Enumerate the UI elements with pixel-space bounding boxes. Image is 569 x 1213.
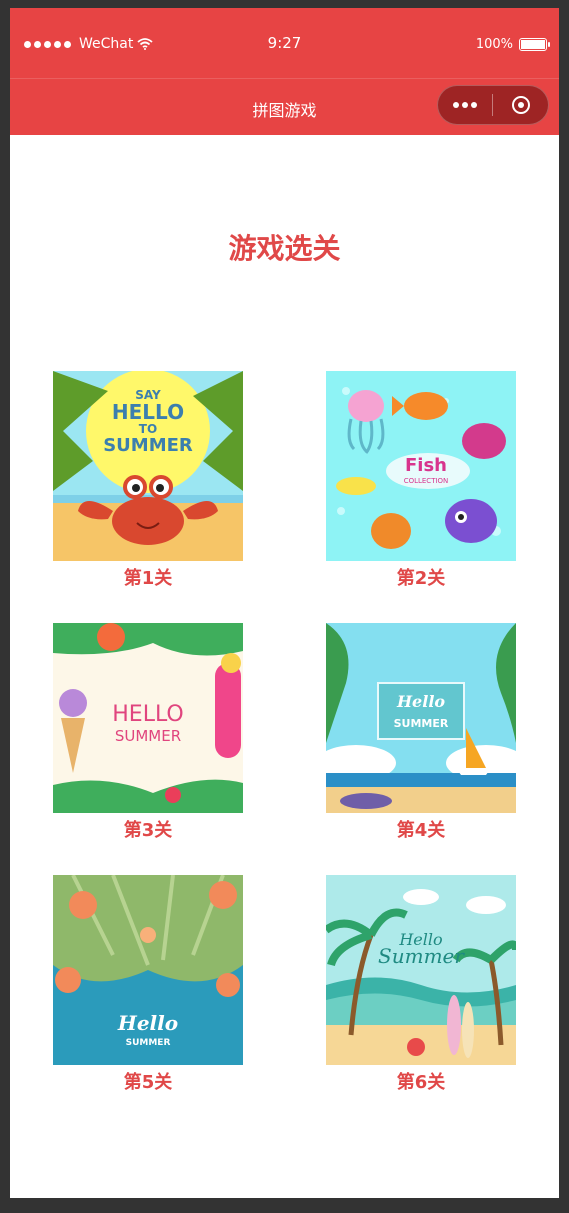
svg-text:Hello: Hello xyxy=(396,692,445,711)
battery-info: 100% xyxy=(475,37,550,52)
battery-icon xyxy=(519,38,550,51)
svg-text:SUMMER: SUMMER xyxy=(394,717,449,730)
status-bar: WeChat 9:27 100% xyxy=(10,8,559,79)
level-thumbnail-tropical: HELLO SUMMER xyxy=(53,623,243,813)
level-card-6[interactable]: Hello Summer 第6关 xyxy=(326,875,516,1094)
level-label: 第5关 xyxy=(123,1072,173,1093)
level-select-heading: 游戏选关 xyxy=(228,232,341,265)
level-label: 第1关 xyxy=(123,568,173,589)
svg-text:SUMMER: SUMMER xyxy=(103,435,193,456)
svg-text:HELLO: HELLO xyxy=(112,702,184,727)
level-card-4[interactable]: Hello SUMMER 第4关 xyxy=(326,623,516,842)
battery-percent: 100% xyxy=(475,37,513,52)
level-label: 第2关 xyxy=(396,568,446,589)
svg-text:Hello: Hello xyxy=(117,1011,178,1035)
svg-text:Summer: Summer xyxy=(378,944,465,968)
level-thumbnail-crab: SAY HELLO TO SUMMER xyxy=(53,371,243,561)
more-dots-icon xyxy=(453,102,459,108)
svg-text:Fish: Fish xyxy=(405,455,447,476)
level-label: 第3关 xyxy=(123,820,173,841)
close-miniprogram-button[interactable] xyxy=(493,96,548,114)
miniprogram-capsule xyxy=(437,85,549,125)
svg-text:COLLECTION: COLLECTION xyxy=(404,477,449,485)
svg-text:SUMMER: SUMMER xyxy=(115,727,181,745)
phone-frame: WeChat 9:27 100% 拼图游戏 游戏选关 SAY HELLO TO … xyxy=(10,8,559,1198)
level-card-5[interactable]: Hello SUMMER 第5关 xyxy=(53,875,243,1094)
level-thumbnail-fish: Fish COLLECTION xyxy=(326,371,516,561)
level-card-1[interactable]: SAY HELLO TO SUMMER 第1关 xyxy=(53,371,243,590)
more-button[interactable] xyxy=(438,102,492,108)
svg-text:HELLO: HELLO xyxy=(112,400,184,424)
level-thumbnail-beach-sailboat: Hello SUMMER xyxy=(326,623,516,813)
level-label: 第4关 xyxy=(396,820,446,841)
level-card-3[interactable]: HELLO SUMMER 第3关 xyxy=(53,623,243,842)
level-card-2[interactable]: Fish COLLECTION 第2关 xyxy=(326,371,516,590)
nav-bar: 拼图游戏 xyxy=(10,79,559,135)
target-icon xyxy=(511,96,530,114)
svg-text:TO: TO xyxy=(139,422,157,436)
level-thumbnail-leaves: Hello SUMMER xyxy=(53,875,243,1065)
level-thumbnail-beach-palms: Hello Summer xyxy=(326,875,516,1065)
svg-text:SUMMER: SUMMER xyxy=(126,1038,171,1048)
level-label: 第6关 xyxy=(396,1072,446,1093)
